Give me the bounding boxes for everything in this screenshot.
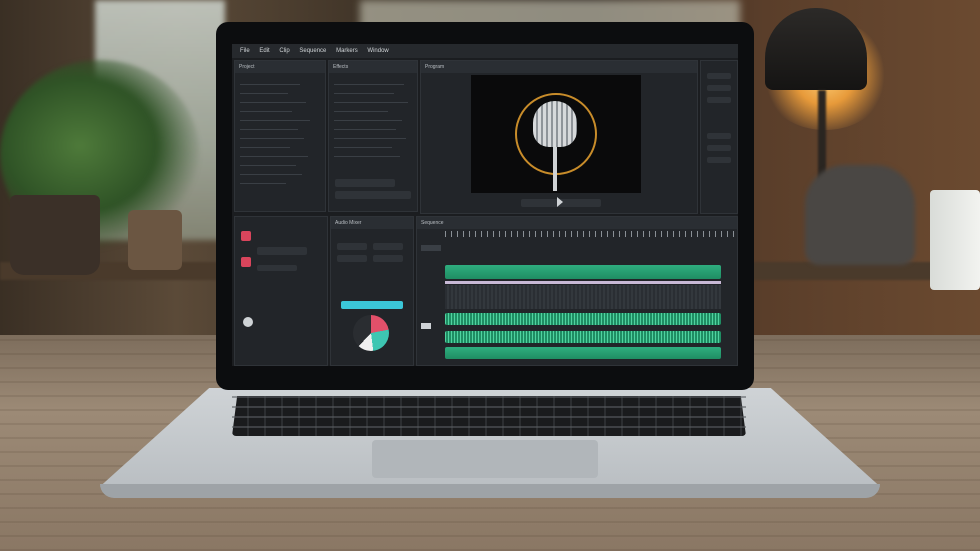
effects-button[interactable] [335,179,395,187]
mixer-button[interactable] [337,243,367,250]
list-item[interactable] [240,157,296,166]
level-slider[interactable] [341,301,403,309]
small-plant-pot [128,210,182,270]
audio-mixer-panel: Audio Mixer [330,216,414,366]
mixer-button[interactable] [337,255,367,262]
list-item[interactable] [334,103,388,112]
list-item[interactable] [334,139,392,148]
tools-sidebar [700,60,738,214]
program-monitor: Program [420,60,698,214]
menu-edit[interactable]: Edit [259,48,269,54]
audio-clip[interactable] [445,265,721,279]
list-item[interactable] [334,85,394,94]
menu-sequence[interactable]: Sequence [299,48,326,54]
input-field[interactable] [257,265,297,271]
tool-button[interactable] [707,97,731,103]
list-item[interactable] [240,148,308,157]
waveform-clip[interactable] [445,331,721,343]
editor-screen: File Edit Clip Sequence Markers Window P… [232,44,738,366]
program-monitor-title: Program [421,61,697,73]
list-item[interactable] [240,121,298,130]
effects-button[interactable] [335,191,411,199]
menu-markers[interactable]: Markers [336,48,358,54]
list-item[interactable] [334,76,404,85]
microphone-stand [553,147,557,191]
tool-button[interactable] [707,73,731,79]
menu-bar: File Edit Clip Sequence Markers Window [232,44,738,58]
mixer-button[interactable] [373,243,403,250]
tool-button[interactable] [707,157,731,163]
laptop-base-edge [100,484,880,498]
menu-file[interactable]: File [240,48,250,54]
white-mug [930,190,980,290]
source-panel [234,216,328,366]
clip-divider [445,281,721,284]
list-item[interactable] [334,112,402,121]
list-item[interactable] [240,139,290,148]
audio-clip[interactable] [445,347,721,359]
empty-track[interactable] [445,285,721,309]
track-header[interactable] [421,245,441,251]
input-field[interactable] [257,247,307,255]
record-icon[interactable] [241,257,251,267]
list-item[interactable] [240,76,300,85]
list-item[interactable] [240,175,286,184]
tool-button[interactable] [707,145,731,151]
waveform-clip[interactable] [445,313,721,325]
mixer-button[interactable] [373,255,403,262]
list-item[interactable] [334,130,406,139]
list-item[interactable] [240,166,302,175]
keyboard-rows [232,396,746,436]
scissors-icon[interactable] [421,323,431,329]
effects-panel-title: Effects [329,61,417,73]
list-item[interactable] [240,112,310,121]
list-item[interactable] [240,103,292,112]
tool-button[interactable] [707,85,731,91]
list-item[interactable] [240,85,288,94]
tool-button[interactable] [707,133,731,139]
list-item[interactable] [334,94,408,103]
video-preview[interactable] [471,75,641,193]
record-icon[interactable] [241,231,251,241]
list-item[interactable] [334,148,400,157]
plant-pot [10,195,100,275]
menu-clip[interactable]: Clip [279,48,289,54]
microphone-icon [533,101,577,147]
bag [805,165,915,265]
list-item[interactable] [240,94,306,103]
timeline-panel: Sequence [416,216,738,366]
project-panel: Project [234,60,326,212]
menu-window[interactable]: Window [367,48,388,54]
list-item[interactable] [334,121,396,130]
timeline-title: Sequence [417,217,737,229]
pan-dial[interactable] [353,315,389,351]
time-ruler[interactable] [445,231,735,237]
audio-mixer-title: Audio Mixer [331,217,413,229]
list-item[interactable] [240,130,304,139]
effects-panel: Effects [328,60,418,212]
trackpad [372,440,598,478]
project-panel-title: Project [235,61,325,73]
play-icon[interactable] [557,197,563,207]
speaker-icon[interactable] [243,317,253,327]
